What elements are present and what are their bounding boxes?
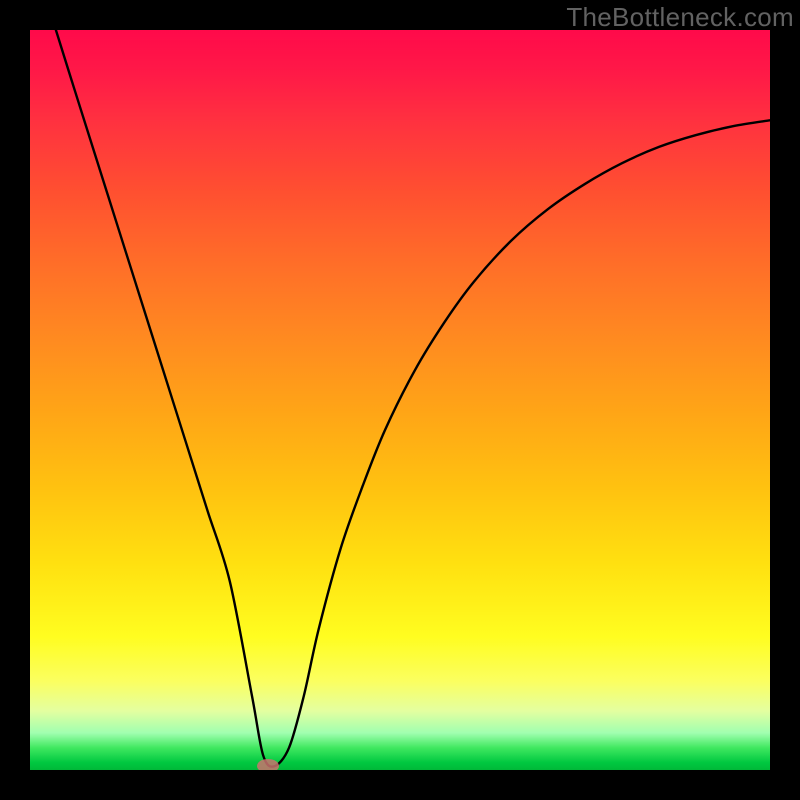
plot-area [30, 30, 770, 770]
curve-svg [30, 30, 770, 770]
bottleneck-curve-path [56, 30, 770, 767]
optimal-point-marker [257, 759, 279, 770]
watermark-text: TheBottleneck.com [566, 2, 794, 33]
